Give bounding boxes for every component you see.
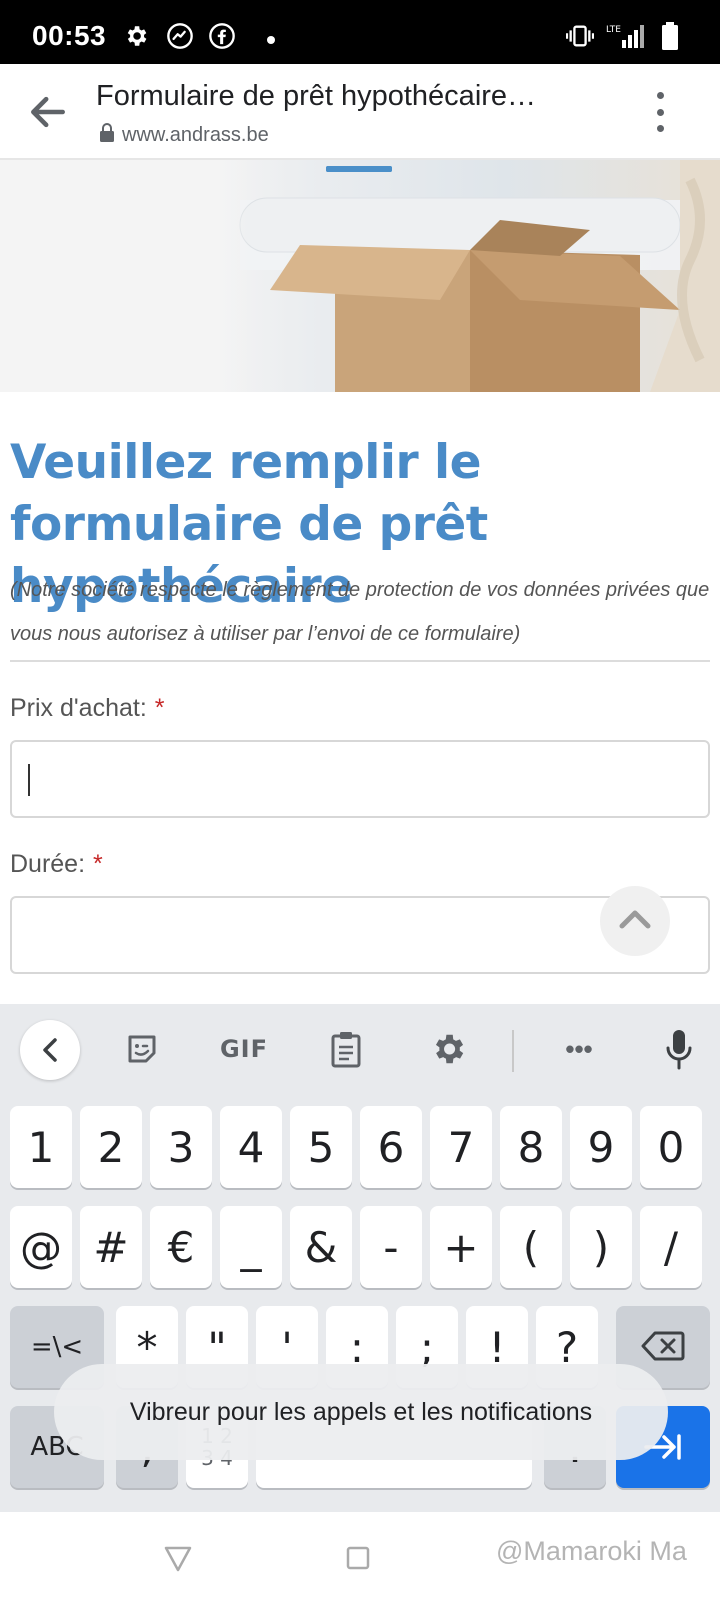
mic-icon[interactable]: [656, 1024, 702, 1074]
key-close-paren[interactable]: ): [570, 1206, 632, 1288]
chevron-left-icon[interactable]: [20, 1020, 80, 1080]
keyboard-toolbar: GIF •••: [0, 1004, 720, 1092]
phone-screen: 00:53 LTE Formulaire de prêt hypothécair…: [0, 0, 720, 1600]
key-hyphen[interactable]: -: [360, 1206, 422, 1288]
key-hash[interactable]: #: [80, 1206, 142, 1288]
key-plus[interactable]: +: [430, 1206, 492, 1288]
chevron-up-icon: [618, 908, 652, 935]
gif-button[interactable]: GIF: [212, 1024, 276, 1074]
lock-icon: [98, 122, 116, 148]
status-time: 00:53: [32, 20, 107, 51]
required-marker: *: [93, 850, 103, 878]
key-5[interactable]: 5: [290, 1106, 352, 1188]
hero-image: [0, 160, 720, 392]
svg-text:LTE: LTE: [606, 25, 621, 35]
toast-notification: Vibreur pour les appels et les notificat…: [54, 1364, 668, 1460]
scroll-to-top-button[interactable]: [600, 886, 670, 956]
battery-icon: [656, 22, 684, 50]
gear-icon: [122, 22, 150, 50]
divider: [10, 660, 710, 662]
url-text: www.andrass.be: [122, 123, 269, 146]
slide-indicator-active: [326, 166, 392, 172]
gear-icon[interactable]: [424, 1024, 472, 1074]
key-1[interactable]: 1: [10, 1106, 72, 1188]
watermark: @Mamaroki Ma: [496, 1536, 687, 1566]
key-8[interactable]: 8: [500, 1106, 562, 1188]
key-open-paren[interactable]: (: [500, 1206, 562, 1288]
lte-signal-icon: LTE: [606, 22, 646, 50]
facebook-icon: [208, 22, 236, 50]
key-euro[interactable]: €: [150, 1206, 212, 1288]
key-slash[interactable]: /: [640, 1206, 702, 1288]
purchase-price-input[interactable]: [10, 740, 710, 818]
back-arrow-icon[interactable]: [26, 90, 70, 134]
key-7[interactable]: 7: [430, 1106, 492, 1188]
toolbar-separator: [512, 1030, 514, 1072]
messenger-icon: [166, 22, 194, 50]
key-4[interactable]: 4: [220, 1106, 282, 1188]
home-square-icon[interactable]: [342, 1542, 374, 1574]
moving-box-illustration: [0, 160, 720, 392]
key-underscore[interactable]: _: [220, 1206, 282, 1288]
privacy-note: (Notre société respecte le règlement de …: [10, 579, 710, 645]
more-options-icon[interactable]: [650, 92, 670, 132]
key-9[interactable]: 9: [570, 1106, 632, 1188]
backspace-icon: [641, 1323, 685, 1372]
key-6[interactable]: 6: [360, 1106, 422, 1188]
url-row[interactable]: www.andrass.be: [98, 122, 269, 148]
purchase-price-label: Prix d'achat: *: [10, 694, 165, 722]
duration-label: Durée: *: [10, 850, 103, 878]
key-0[interactable]: 0: [640, 1106, 702, 1188]
page-title: Formulaire de prêt hypothécaire…: [96, 80, 537, 112]
browser-header: Formulaire de prêt hypothécaire… www.and…: [0, 64, 720, 160]
status-bar: 00:53 LTE: [0, 0, 720, 64]
key-3[interactable]: 3: [150, 1106, 212, 1188]
notification-dot: [267, 36, 275, 44]
key-at[interactable]: @: [10, 1206, 72, 1288]
back-triangle-icon[interactable]: [162, 1542, 194, 1574]
sticker-icon[interactable]: [118, 1024, 166, 1074]
vibrate-icon: [566, 22, 594, 50]
key-ampersand[interactable]: &: [290, 1206, 352, 1288]
text-cursor: [28, 764, 30, 796]
more-icon[interactable]: •••: [552, 1024, 606, 1074]
clipboard-icon[interactable]: [322, 1024, 370, 1074]
navigation-bar: @Mamaroki Ma: [0, 1512, 720, 1600]
key-2[interactable]: 2: [80, 1106, 142, 1188]
required-marker: *: [154, 694, 165, 722]
